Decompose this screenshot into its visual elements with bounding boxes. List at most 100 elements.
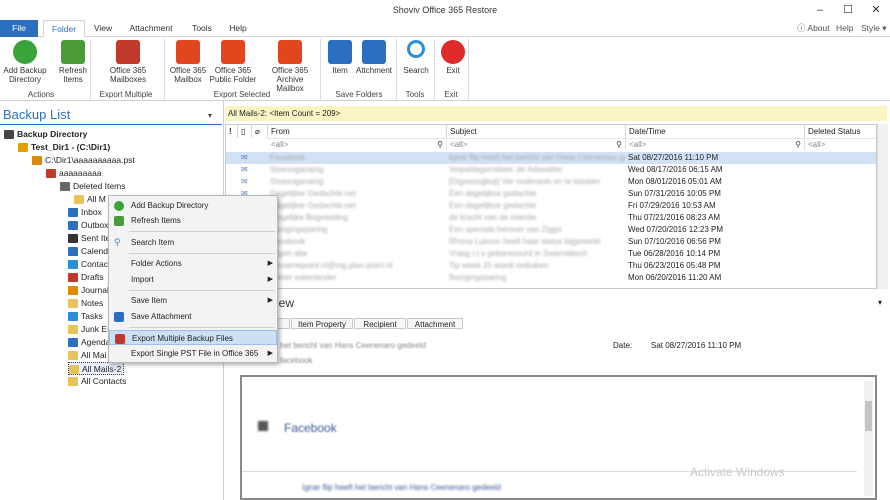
tree-node[interactable]: All Mails-2 xyxy=(68,362,125,375)
ribbon-button-save-attachment[interactable]: Attchment xyxy=(354,40,394,75)
menu-search-item[interactable]: ⚲ Search Item xyxy=(109,235,277,250)
ribbon-separator xyxy=(468,39,469,99)
attachment-column[interactable]: ⌀ xyxy=(252,125,268,138)
menu-label: Add Backup Directory xyxy=(131,201,209,210)
tab-tools[interactable]: Tools xyxy=(186,20,218,37)
backup-list-title: Backup List xyxy=(3,107,71,122)
menu-label: Folder Actions xyxy=(131,259,182,268)
tree-node[interactable]: Junk E- xyxy=(68,323,110,336)
tree-node[interactable]: All Mai xyxy=(68,349,107,362)
tree-node[interactable]: Journal xyxy=(68,284,109,297)
body-scrollbar[interactable] xyxy=(864,381,873,496)
subject-column-header[interactable]: Subject xyxy=(447,125,626,138)
date-filter[interactable]: <all> ⚲ xyxy=(626,138,805,150)
ribbon-button-office-public-folder[interactable]: Office 365 Public Folder xyxy=(208,40,258,84)
tree-node-label: Junk E- xyxy=(81,324,110,334)
tree-node[interactable]: Backup Directory xyxy=(4,128,87,141)
menu-folder-actions[interactable]: Folder Actions ▶ xyxy=(109,256,277,271)
tree-node[interactable]: All Contacts xyxy=(68,375,126,388)
menu-export-single-pst[interactable]: Export Single PST File in Office 365 ▶ xyxy=(109,346,277,361)
ribbon-button-add[interactable]: Add Backup Directory xyxy=(2,40,48,84)
tab-attachment-preview[interactable]: Attachment xyxy=(407,318,463,329)
add-icon xyxy=(114,201,124,211)
office-export-icon xyxy=(116,40,140,64)
minimize-button[interactable]: – xyxy=(806,0,834,20)
table-row[interactable]: ✉Dagelijker Gedachte.netEen dagelijkse g… xyxy=(226,200,876,212)
deleted-status-column-header[interactable]: Deleted Status xyxy=(805,125,876,138)
table-row[interactable]: ✉Reclamepoint.nl@mg.plan-point.nlTip wee… xyxy=(226,260,876,272)
tab-help[interactable]: Help xyxy=(224,20,252,37)
tree-node[interactable]: Agenda xyxy=(68,336,110,349)
tab-attachment[interactable]: Attachment xyxy=(125,20,177,37)
date-column-header[interactable]: Date/Time xyxy=(626,125,805,138)
cell-from: Facebook xyxy=(270,153,306,162)
body-scroll-thumb[interactable] xyxy=(865,401,872,431)
add-icon xyxy=(13,40,37,64)
tree-node[interactable]: Inbox xyxy=(68,206,102,219)
ribbon-button-power[interactable]: Exit xyxy=(440,40,466,75)
cell-date: Mon 06/20/2016 11:20 AM xyxy=(628,273,722,282)
menu-save-attachment[interactable]: Save Attachment xyxy=(109,309,277,324)
menu-save-item[interactable]: Save Item ▶ xyxy=(109,293,277,308)
ribbon-button-refresh[interactable]: Refresh Items xyxy=(56,40,90,84)
ribbon-button-search[interactable]: Search xyxy=(400,40,432,75)
tab-recipient[interactable]: Recipient xyxy=(354,318,406,329)
tree-node[interactable]: Outbox xyxy=(68,219,108,232)
table-row[interactable]: ✉dokter waterlanderBezigingeparingMon 06… xyxy=(226,272,876,284)
panel-menu-icon[interactable]: ▾ xyxy=(208,111,212,120)
ribbon-button-office-export[interactable]: Office 365 Mailboxes xyxy=(104,40,152,84)
table-row[interactable]: ✉FacebookRhona Lukson heeft haar status … xyxy=(226,236,876,248)
help-link[interactable]: Help xyxy=(836,20,853,37)
tree-node[interactable]: All M xyxy=(74,193,106,206)
tab-view[interactable]: View xyxy=(88,20,118,37)
from-column-header[interactable]: From xyxy=(268,125,447,138)
table-row[interactable]: ✉ Stoexoganaing Veipaldagstraliate: de Ads… xyxy=(226,164,876,176)
cell-subject: Rhona Lukson heeft haar status bijgewerk… xyxy=(449,237,601,246)
about-link[interactable]: ⓘ About xyxy=(797,20,830,37)
type-column[interactable]: ▯ xyxy=(238,125,252,138)
importance-column[interactable]: ! xyxy=(226,125,238,138)
preview-menu-icon[interactable]: ▾ xyxy=(878,298,882,307)
menu-add-backup-directory[interactable]: Add Backup Directory xyxy=(109,198,277,213)
folder-icon xyxy=(32,156,42,166)
cell-date: Wed 07/20/2016 12:23 PM xyxy=(628,225,724,234)
tree-node[interactable]: Notes xyxy=(68,297,103,310)
maximize-button[interactable]: ☐ xyxy=(834,0,862,20)
tab-file[interactable]: File xyxy=(0,20,38,37)
style-menu[interactable]: Style ▾ xyxy=(861,20,887,37)
tree-node[interactable]: C:\Dir1\aaaaaaaaaa.pst xyxy=(32,154,135,167)
table-row[interactable]: ✉Mogelijke Begeleidingde kracht van de i… xyxy=(226,212,876,224)
ribbon-button-label: Refresh Items xyxy=(58,66,87,84)
grid-scrollbar[interactable] xyxy=(877,124,888,289)
table-row[interactable]: ✉BezigingeparingEen speciale herover van… xyxy=(226,224,876,236)
tree-node[interactable]: Drafts xyxy=(68,271,104,284)
close-button[interactable]: ✕ xyxy=(862,0,890,20)
tab-folder[interactable]: Folder xyxy=(43,20,85,38)
menu-import[interactable]: Import ▶ xyxy=(109,272,277,287)
folder-icon xyxy=(60,182,70,192)
tree-node[interactable]: aaaaaaaaa xyxy=(46,167,102,180)
table-row[interactable]: ✉ Facebook Ignar flip heeft het bericht va… xyxy=(226,152,876,164)
tree-node[interactable]: Deleted Items xyxy=(60,180,125,193)
ribbon-button-office-mailbox[interactable]: Office 365 Mailbox xyxy=(168,40,208,84)
subject-filter[interactable]: <all> ⚲ xyxy=(447,138,626,150)
ribbon-button-save-item[interactable]: Item xyxy=(326,40,354,75)
ribbon-button-label: Office 365 Public Folder xyxy=(209,66,257,84)
ribbon-button-office-archive[interactable]: Office 365 Archive Mailbox xyxy=(262,40,318,93)
table-row[interactable]: ✉Dagelijker Gedachte.netEen dagelijkse g… xyxy=(226,188,876,200)
menu-refresh-items[interactable]: Refresh Items xyxy=(109,213,277,228)
tree-node[interactable]: Tasks xyxy=(68,310,103,323)
tree-node[interactable]: Test_Dir1 - (C:\Dir1) xyxy=(18,141,110,154)
tab-item-property[interactable]: Item Property xyxy=(291,318,353,329)
tree-node[interactable]: Contac xyxy=(68,258,108,271)
cell-subject: Ignar flip heeft het bericht van Hans Ce… xyxy=(449,153,625,162)
menu-separator xyxy=(129,290,275,291)
table-row[interactable]: ✉Tegen abeVraag r.t.s gebaresourd in Swa… xyxy=(226,248,876,260)
from-filter[interactable]: <all> ⚲ xyxy=(268,138,447,150)
deleted-status-filter[interactable]: <all> xyxy=(805,138,876,150)
tree-node[interactable]: Sent Ite xyxy=(68,232,110,245)
ribbon-separator xyxy=(164,39,165,99)
menu-export-multiple-backup-files[interactable]: Export Multiple Backup Files xyxy=(109,330,277,345)
search-icon: ⚲ xyxy=(437,140,443,149)
table-row[interactable]: ✉ Stoexoganaing [Digesongbuji] Ver ouderao… xyxy=(226,176,876,188)
